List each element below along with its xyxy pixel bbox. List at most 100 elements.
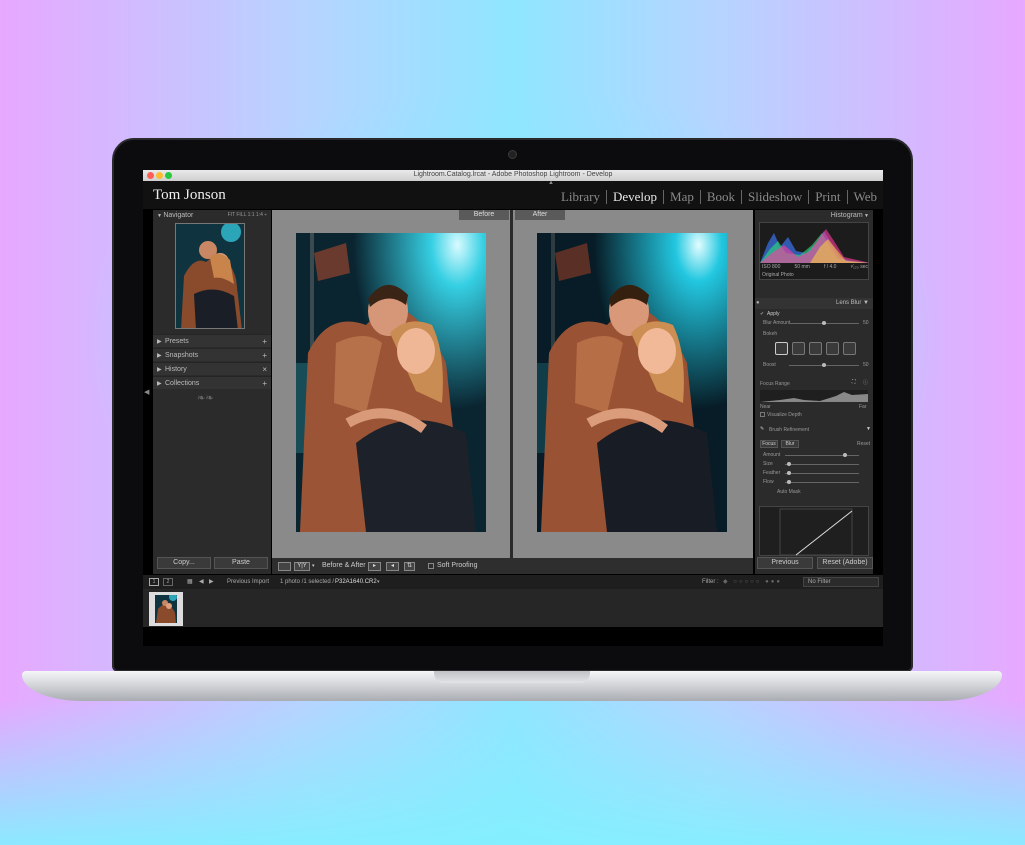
rating-filter-icon[interactable]: ◆ ○○○○○ ●●● (723, 578, 782, 585)
source-label[interactable]: Previous Import (227, 579, 269, 585)
tone-curve-graph (779, 508, 853, 556)
yy-compare-button[interactable]: Y|Y (294, 562, 310, 571)
auto-mask-label: Auto Mask (777, 489, 801, 495)
loupe-view-icon[interactable] (278, 562, 291, 571)
navigator-label: Navigator (163, 212, 194, 219)
laptop-screen: Lightroom.Catalog.lrcat - Adobe Photosho… (143, 170, 883, 646)
navigator-zoom-options[interactable]: FIT FILL 1:1 1:4 ÷ (228, 212, 267, 218)
after-label: After (515, 210, 565, 220)
focus-range-label: Focus Range (760, 381, 790, 387)
bokeh-cat-eye-icon[interactable] (843, 342, 856, 355)
back-arrow-icon[interactable]: ◀ (199, 578, 204, 585)
lens-blur-label: Lens Blur (836, 300, 862, 306)
module-develop[interactable]: Develop (605, 190, 663, 204)
focus-info-icon[interactable]: ⓘ (863, 379, 868, 386)
collections-section[interactable]: ▶ Collections + (153, 376, 271, 389)
slider-knob[interactable] (822, 363, 826, 367)
slider-knob[interactable] (787, 471, 791, 475)
blur-amount-slider[interactable] (789, 321, 859, 325)
filmstrip (143, 589, 883, 627)
blur-amount-label: Blur Amount (763, 320, 791, 326)
lens-blur-header[interactable]: Lens Blur ▼ (755, 298, 873, 309)
tone-curve[interactable] (759, 506, 869, 556)
filename-dropdown-icon[interactable]: ▾ (377, 579, 380, 585)
feather-slider[interactable] (785, 471, 859, 475)
focus-tab[interactable]: Focus (760, 440, 778, 448)
blur-tab[interactable]: Blur (781, 440, 799, 448)
bokeh-circle-icon[interactable] (775, 342, 788, 355)
reset-label[interactable]: Reset (857, 441, 870, 447)
amount-slider[interactable] (785, 453, 859, 457)
secondary-display-icon[interactable]: 2 (163, 578, 173, 586)
module-web[interactable]: Web (846, 190, 884, 204)
compare-dropdown-icon[interactable]: ▾ (312, 563, 315, 569)
histogram[interactable]: ISO 800 50 mm f / 4.0 ¹⁄₁₂₀ sec Original… (759, 222, 869, 280)
module-slideshow[interactable]: Slideshow (741, 190, 808, 204)
slider-knob[interactable] (787, 480, 791, 484)
filter-label: Filter : (702, 579, 719, 585)
top-panel-toggle-icon[interactable]: ▲ (548, 180, 554, 186)
focus-range-graph[interactable] (760, 390, 868, 402)
history-section[interactable]: ▶ History × (153, 362, 271, 375)
previous-button[interactable]: Previous (757, 557, 813, 569)
filmstrip-thumbnail[interactable] (149, 592, 183, 626)
blur-amount-value[interactable]: 50 (863, 320, 869, 326)
grid-view-icon[interactable]: ▦ (187, 578, 193, 585)
snapshots-section[interactable]: ▶ Snapshots + (153, 348, 271, 361)
add-collection-icon[interactable]: + (262, 379, 267, 388)
brush-icon[interactable]: ✎ (760, 426, 764, 432)
primary-display-icon[interactable]: 1 (149, 578, 159, 586)
expand-icon: ▶ (157, 381, 162, 387)
before-photo[interactable] (296, 233, 486, 532)
focus-target-icon[interactable]: ⛶ (852, 379, 856, 385)
navigator-header[interactable]: ▼ Navigator FIT FILL 1:1 1:4 ÷ (153, 210, 271, 221)
copy-before-to-after-icon[interactable]: ▸ (368, 562, 381, 571)
soft-proofing-checkbox[interactable] (428, 563, 434, 569)
swap-before-after-icon[interactable]: ⇅ (404, 562, 415, 571)
thumbnail-image (155, 593, 177, 623)
far-label: Far (859, 404, 867, 410)
slider-knob[interactable] (787, 462, 791, 466)
add-snapshot-icon[interactable]: + (262, 351, 267, 360)
after-photo[interactable] (537, 233, 727, 532)
forward-arrow-icon[interactable]: ▶ (209, 578, 214, 585)
bokeh-ring-icon[interactable] (826, 342, 839, 355)
slider-knob[interactable] (843, 453, 847, 457)
identity-plate: Tom Jonson (153, 187, 226, 203)
navigator-preview[interactable] (175, 223, 245, 329)
bokeh-blade-icon[interactable] (809, 342, 822, 355)
add-preset-icon[interactable]: + (262, 337, 267, 346)
module-book[interactable]: Book (699, 190, 741, 204)
original-photo-label[interactable]: Original Photo (762, 272, 794, 278)
slider-knob[interactable] (822, 321, 826, 325)
apply-checkbox-icon[interactable]: ✔ (760, 311, 764, 317)
visualize-depth-checkbox[interactable] (760, 412, 765, 417)
copy-button[interactable]: Copy... (157, 557, 211, 569)
filename-label[interactable]: P32A1640.CR2 (335, 579, 377, 585)
module-map[interactable]: Map (663, 190, 700, 204)
flow-slider[interactable] (785, 480, 859, 484)
reset-adobe-button[interactable]: Reset (Adobe) (817, 557, 873, 569)
size-slider[interactable] (785, 462, 859, 466)
filter-preset-select[interactable]: No Filter (803, 577, 879, 587)
left-panel-toggle-icon[interactable]: ◀ (144, 388, 149, 396)
module-library[interactable]: Library (555, 190, 606, 204)
clear-history-icon[interactable]: × (262, 365, 267, 374)
boost-value[interactable]: 50 (863, 362, 869, 368)
size-label: Size (763, 461, 773, 467)
window-titlebar: Lightroom.Catalog.lrcat - Adobe Photosho… (143, 170, 883, 181)
expand-icon: ▶ (157, 339, 162, 345)
panel-visibility-icon[interactable]: ● (756, 300, 760, 306)
presets-section[interactable]: ▶ Presets + (153, 334, 271, 347)
boost-slider[interactable] (789, 363, 859, 367)
paste-button[interactable]: Paste (214, 557, 268, 569)
module-print[interactable]: Print (808, 190, 846, 204)
collapse-icon[interactable]: ▼ (866, 426, 871, 432)
histogram-header[interactable]: Histogram ▼ (755, 210, 873, 221)
histogram-exif: ISO 800 50 mm f / 4.0 ¹⁄₁₂₀ sec (762, 264, 868, 270)
before-after-label: Before & After : (322, 562, 370, 569)
panel-end-ornament-icon: ❧❧ (197, 393, 214, 404)
bokeh-bubble-icon[interactable] (792, 342, 805, 355)
copy-after-to-before-icon[interactable]: ◂ (386, 562, 399, 571)
apply-label: Apply (767, 311, 780, 317)
